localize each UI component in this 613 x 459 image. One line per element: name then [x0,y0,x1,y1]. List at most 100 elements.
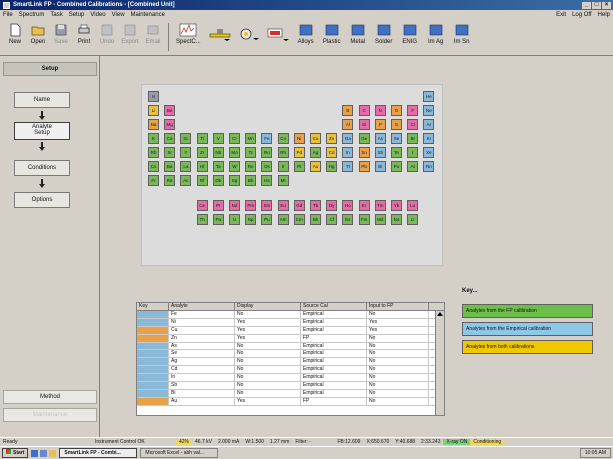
element-pt[interactable]: Pt [293,161,305,172]
table-row[interactable]: Zn Yes FP No [137,334,444,343]
element-pb[interactable]: Pb [358,161,370,172]
element-pa[interactable]: Pa [212,214,224,226]
element-al[interactable]: Al [342,119,354,130]
task-smartlink[interactable]: SmartLink FP - Combi... [59,448,138,458]
element-si[interactable]: Si [358,119,370,130]
print-button[interactable]: Print [73,23,95,45]
element-ti[interactable]: Ti [196,133,208,144]
display-cell[interactable]: Yes [235,318,301,326]
element-bh[interactable]: Bh [245,175,257,186]
element-cd[interactable]: Cd [326,147,338,158]
app-metal[interactable]: Metal [347,23,369,45]
menu-maintenance[interactable]: Maintenance [131,12,165,18]
element-cf[interactable]: Cf [326,214,338,226]
element-o[interactable]: O [391,105,402,116]
analyte-cell[interactable]: Ag [169,358,235,366]
element-pd[interactable]: Pd [293,147,305,158]
element-ac[interactable]: Ac [180,175,192,186]
app-im-sn[interactable]: Im Sn [451,23,473,45]
source-cal-cell[interactable]: Empirical [301,318,367,326]
element-cu[interactable]: Cu [310,133,321,144]
element-ra[interactable]: Ra [164,175,176,186]
analyte-cell[interactable]: Zn [169,334,235,342]
element-np[interactable]: Np [245,214,257,226]
element-li[interactable]: Li [148,105,159,116]
display-cell[interactable]: No [235,366,301,374]
source-cal-cell[interactable]: Empirical [301,342,367,350]
element-tl[interactable]: Tl [342,161,354,172]
element-lu[interactable]: Lu [407,200,419,212]
element-ir[interactable]: Ir [277,161,289,172]
element-kr[interactable]: Kr [423,133,435,144]
element-sc[interactable]: Sc [180,133,192,144]
element-mt[interactable]: Mt [277,175,289,186]
ie-icon[interactable] [31,449,39,457]
menu-exit[interactable]: Exit [556,12,566,18]
analyte-cell[interactable]: As [169,342,235,350]
element-md[interactable]: Md [374,214,386,226]
element-xe[interactable]: Xe [423,147,435,158]
source-cal-cell[interactable]: FP [301,334,367,342]
display-cell[interactable]: Yes [235,397,301,405]
sample-stage-button[interactable] [209,23,231,41]
element-sr[interactable]: Sr [164,147,176,158]
header-key[interactable]: Key [137,303,169,310]
element-p[interactable]: P [374,119,386,130]
element-fr[interactable]: Fr [148,175,159,186]
menu-spectrum[interactable]: Spectrum [19,12,45,18]
element-b[interactable]: B [342,105,354,116]
element-y[interactable]: Y [180,147,192,158]
source-cal-cell[interactable]: Empirical [301,366,367,374]
element-v[interactable]: V [212,133,224,144]
element-te[interactable]: Te [391,147,402,158]
spectrum-button[interactable]: SpectC... [176,23,201,45]
display-cell[interactable]: No [235,382,301,389]
element-as[interactable]: As [374,133,386,144]
analyte-cell[interactable]: Se [169,350,235,358]
step-analyte-setup-button[interactable]: Analyte Setup [14,122,70,140]
element-ni[interactable]: Ni [293,133,305,144]
step-options-button[interactable]: Options [14,192,70,208]
input-to-fp-cell[interactable]: No [367,397,429,405]
element-zn[interactable]: Zn [326,133,338,144]
element-in[interactable]: In [342,147,354,158]
display-cell[interactable]: No [235,389,301,397]
element-rn[interactable]: Rn [423,161,435,172]
method-tab[interactable]: Method [3,390,97,404]
table-row[interactable]: Au Yes FP No [137,397,444,406]
element-na[interactable]: Na [148,119,159,130]
menu-task[interactable]: Task [50,12,62,18]
maximize-button[interactable]: □ [592,1,601,9]
table-row[interactable]: In No Empirical No [137,374,444,383]
analyte-cell[interactable]: Au [169,397,235,405]
input-to-fp-cell[interactable]: Yes [367,326,429,334]
element-ho[interactable]: Ho [342,200,354,212]
element-pu[interactable]: Pu [261,214,273,226]
element-eu[interactable]: Eu [277,200,289,212]
element-ga[interactable]: Ga [342,133,354,144]
element-ar[interactable]: Ar [423,119,435,130]
new-button[interactable]: New [4,23,26,45]
element-at[interactable]: At [407,161,419,172]
element-tc[interactable]: Tc [245,147,257,158]
element-ca[interactable]: Ca [164,133,176,144]
app-solder[interactable]: Solder [373,23,395,45]
analyte-cell[interactable]: Cu [169,326,235,334]
element-pm[interactable]: Pm [245,200,257,212]
element-hf[interactable]: Hf [196,161,208,172]
close-button[interactable]: × [602,1,611,9]
element-rh[interactable]: Rh [277,147,289,158]
display-cell[interactable]: No [235,374,301,382]
element-i[interactable]: I [407,147,419,158]
minimize-button[interactable]: _ [582,1,591,9]
analyte-cell[interactable]: Cd [169,366,235,374]
grid-scrollbar[interactable] [435,311,444,415]
element-es[interactable]: Es [342,214,354,226]
element-dy[interactable]: Dy [326,200,338,212]
element-ge[interactable]: Ge [358,133,370,144]
start-button[interactable]: Start [2,448,29,458]
camera-button[interactable] [239,23,259,41]
undo-button[interactable]: Undo [96,23,118,45]
element-ne[interactable]: Ne [423,105,435,116]
analyte-cell[interactable]: Ni [169,318,235,326]
